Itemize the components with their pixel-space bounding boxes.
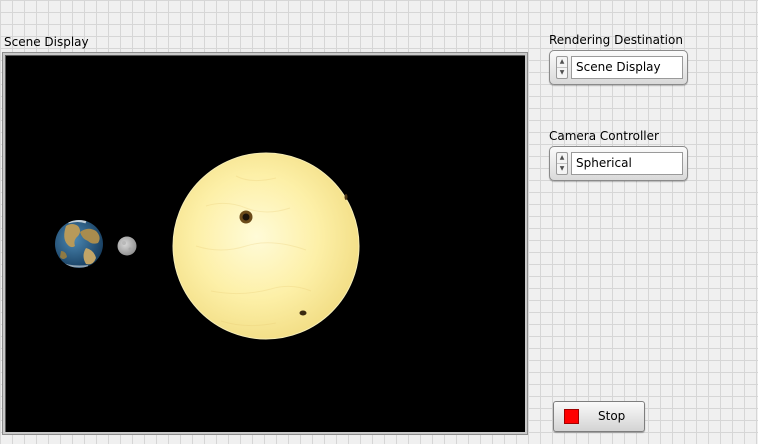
rendering-destination-value[interactable]: Scene Display xyxy=(571,56,683,79)
spin-down-arrow-icon[interactable]: ▼ xyxy=(557,164,567,174)
stop-led-icon xyxy=(564,409,579,424)
camera-controller-spinner[interactable]: ▲ ▼ xyxy=(556,152,568,175)
stop-button-label: Stop xyxy=(598,409,626,423)
scene-render xyxy=(55,152,360,340)
camera-controller-label: Camera Controller xyxy=(549,129,659,143)
rendering-destination-spinner[interactable]: ▲ ▼ xyxy=(556,56,568,79)
sunspot-1 xyxy=(239,210,253,224)
sun xyxy=(172,152,360,340)
spin-up-arrow-icon[interactable]: ▲ xyxy=(557,153,567,164)
sunspot-2 xyxy=(299,310,307,316)
spin-up-arrow-icon[interactable]: ▲ xyxy=(557,57,567,68)
rendering-destination-ring[interactable]: ▲ ▼ Scene Display xyxy=(549,50,688,85)
earth-planet xyxy=(55,220,103,268)
moon xyxy=(117,236,137,256)
stop-button[interactable]: Stop xyxy=(553,401,645,432)
scene-display-frame xyxy=(2,52,528,435)
rendering-destination-label: Rendering Destination xyxy=(549,33,683,47)
camera-controller-ring[interactable]: ▲ ▼ Spherical xyxy=(549,146,688,181)
scene-display-label: Scene Display xyxy=(4,35,89,49)
camera-controller-value[interactable]: Spherical xyxy=(571,152,683,175)
sunspot-3 xyxy=(344,194,348,200)
scene-display-canvas[interactable] xyxy=(5,55,525,432)
spin-down-arrow-icon[interactable]: ▼ xyxy=(557,68,567,78)
